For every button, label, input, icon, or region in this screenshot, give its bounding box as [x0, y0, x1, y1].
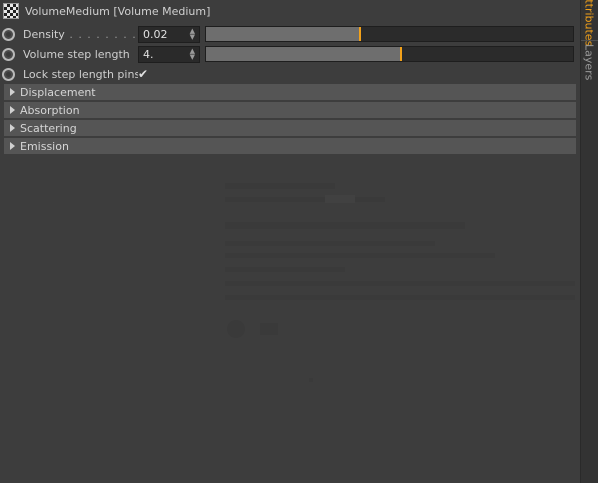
- density-slider[interactable]: [205, 26, 574, 42]
- triangle-right-icon: [10, 142, 15, 150]
- object-header: VolumeMedium [Volume Medium]: [0, 0, 580, 22]
- param-row-lock-step: Lock step length pins ✔: [0, 65, 580, 83]
- param-row-density: Density . . . . . . . . . . . . 0.02 ▲▼: [0, 25, 580, 43]
- density-input[interactable]: 0.02 ▲ ▼: [138, 25, 200, 43]
- section-absorption[interactable]: Absorption: [4, 102, 576, 118]
- param-label-lock-step: Lock step length pins: [23, 67, 138, 81]
- keyframe-radio-icon[interactable]: [2, 27, 15, 41]
- side-tab-bar: Attributes Layers: [580, 0, 598, 483]
- triangle-right-icon: [10, 124, 15, 132]
- spinner-arrows-icon[interactable]: ▲ ▼: [190, 48, 195, 61]
- background-watermark: [225, 175, 575, 385]
- spinner-arrows-icon[interactable]: ▲ ▼: [190, 28, 195, 41]
- section-displacement[interactable]: Displacement: [4, 84, 576, 100]
- param-row-volume-step: Volume step length 4. ▲ ▼: [0, 45, 580, 63]
- attribute-panel: VolumeMedium [Volume Medium] Density . .…: [0, 0, 580, 483]
- checkerboard-icon: [3, 3, 19, 19]
- slider-fill: [206, 47, 401, 61]
- param-label-density: Density . . . . . . . . . . . .: [23, 27, 138, 41]
- density-value: 0.02: [143, 27, 168, 41]
- keyframe-radio-icon[interactable]: [2, 47, 15, 61]
- tab-attributes[interactable]: Attributes: [581, 0, 597, 46]
- slider-handle[interactable]: [399, 47, 402, 61]
- section-scattering[interactable]: Scattering: [4, 120, 576, 136]
- tab-layers[interactable]: Layers: [581, 44, 597, 84]
- triangle-right-icon: [10, 88, 15, 96]
- volume-step-slider[interactable]: [205, 46, 574, 62]
- slider-handle[interactable]: [359, 27, 362, 41]
- volume-step-value: 4.: [143, 47, 154, 61]
- volume-step-input[interactable]: 4. ▲ ▼: [138, 45, 200, 63]
- slider-fill: [206, 27, 361, 41]
- triangle-right-icon: [10, 106, 15, 114]
- lock-step-checkbox[interactable]: ✔: [138, 67, 148, 81]
- tab-divider: [581, 40, 598, 41]
- keyframe-radio-icon[interactable]: [2, 67, 15, 81]
- param-label-volume-step: Volume step length: [23, 47, 130, 61]
- object-title: VolumeMedium [Volume Medium]: [25, 4, 211, 18]
- section-emission[interactable]: Emission: [4, 138, 576, 154]
